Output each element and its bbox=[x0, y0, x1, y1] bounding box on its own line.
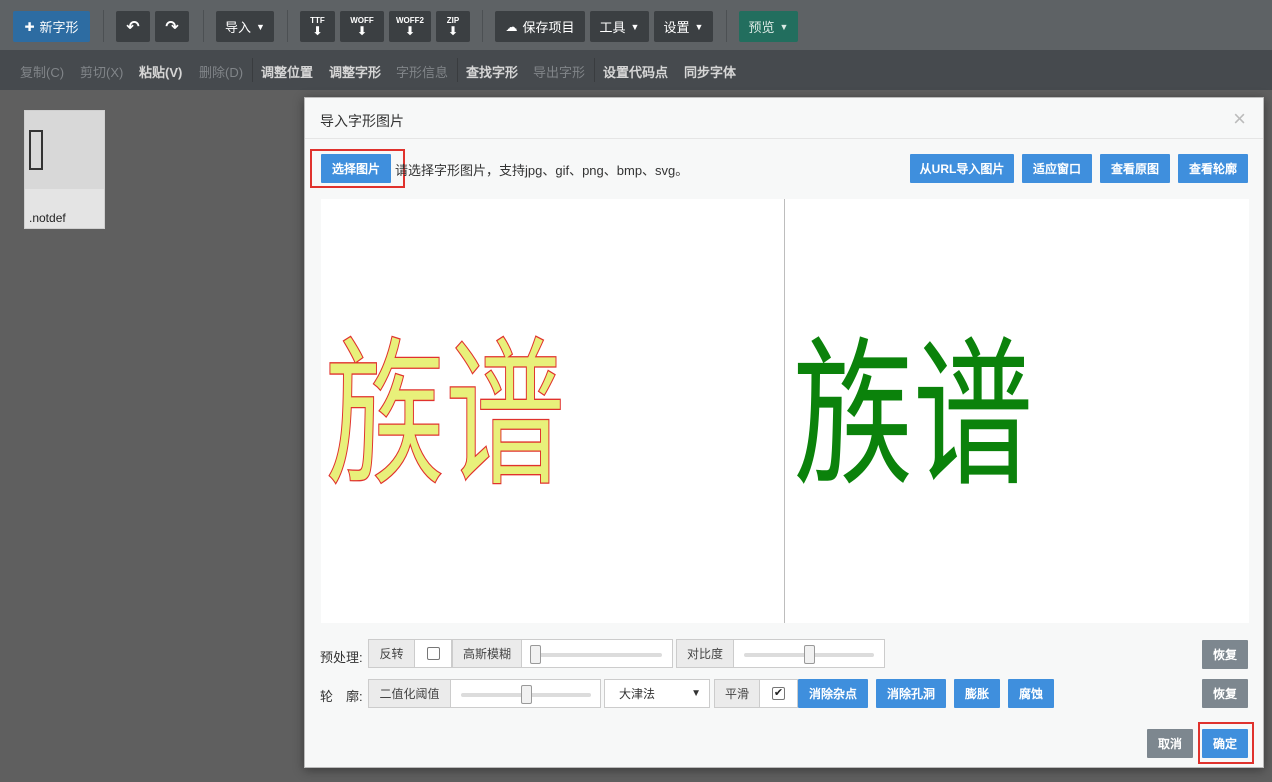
threshold-method-select[interactable]: 大津法 ▼ bbox=[604, 679, 710, 708]
dilate-button[interactable]: 膨胀 bbox=[954, 679, 1000, 708]
fit-window-button[interactable]: 适应窗口 bbox=[1022, 154, 1092, 183]
close-icon[interactable]: × bbox=[1233, 108, 1246, 130]
chevron-down-icon: ▼ bbox=[630, 21, 640, 32]
invert-label: 反转 bbox=[368, 639, 415, 668]
download-icon: ⬇ bbox=[404, 24, 416, 38]
dialog-title: 导入字形图片 bbox=[320, 113, 404, 129]
plus-icon: ✚ bbox=[24, 19, 35, 34]
find-glyph-action[interactable]: 查找字形 bbox=[466, 62, 518, 81]
toolbar-divider bbox=[594, 58, 595, 82]
download-icon: ⬇ bbox=[447, 24, 459, 38]
preprocess-reset-button[interactable]: 恢复 bbox=[1202, 640, 1248, 669]
outline-reset-button[interactable]: 恢复 bbox=[1202, 679, 1248, 708]
cancel-button[interactable]: 取消 bbox=[1147, 729, 1193, 758]
paste-action[interactable]: 粘贴(V) bbox=[139, 62, 182, 81]
chevron-down-icon: ▼ bbox=[779, 21, 789, 32]
slider-track bbox=[532, 653, 662, 657]
glyph-info-action[interactable]: 字形信息 bbox=[396, 62, 448, 81]
highlight-box bbox=[1198, 722, 1254, 764]
glyph-name: .notdef bbox=[29, 211, 66, 225]
fill-holes-button[interactable]: 消除孔洞 bbox=[876, 679, 946, 708]
contrast-label: 对比度 bbox=[676, 639, 734, 668]
redo-icon: ↷ bbox=[165, 18, 179, 36]
adjust-glyph-action[interactable]: 调整字形 bbox=[329, 62, 381, 81]
image-canvas[interactable]: 族谱 族谱 bbox=[321, 199, 1249, 623]
chevron-down-icon: ▼ bbox=[694, 21, 704, 32]
result-view: 族谱 bbox=[793, 322, 1033, 509]
settings-menu-button[interactable]: 设置 ▼ bbox=[654, 11, 713, 42]
cloud-icon: ☁ bbox=[505, 19, 518, 34]
toolbar-divider bbox=[287, 10, 288, 42]
smooth-label: 平滑 bbox=[714, 679, 760, 708]
preview-menu-button[interactable]: 预览 ▼ bbox=[739, 11, 798, 42]
slider-thumb[interactable] bbox=[529, 645, 541, 664]
highlight-box bbox=[310, 149, 405, 188]
threshold-slider[interactable] bbox=[450, 679, 601, 708]
sync-font-action[interactable]: 同步字体 bbox=[684, 62, 736, 81]
edit-toolbar: 复制(C) 剪切(X) 粘贴(V) 删除(D) 调整位置 调整字形 字形信息 查… bbox=[0, 50, 1272, 90]
smooth-checkbox-wrap: ✔ bbox=[759, 679, 798, 708]
outline-view: 族谱 bbox=[324, 321, 565, 509]
contrast-slider[interactable] bbox=[733, 639, 885, 668]
adjust-position-action[interactable]: 调整位置 bbox=[261, 62, 313, 81]
slider-thumb[interactable] bbox=[521, 685, 532, 704]
copy-action[interactable]: 复制(C) bbox=[20, 62, 64, 81]
toolbar-divider bbox=[457, 58, 458, 82]
export-ttf-button[interactable]: TTF ⬇ bbox=[300, 11, 335, 42]
invert-checkbox[interactable] bbox=[427, 647, 440, 660]
invert-checkbox-wrap bbox=[414, 639, 452, 668]
undo-icon: ↶ bbox=[126, 18, 140, 36]
result-glyph-text: 族谱 bbox=[793, 322, 1033, 509]
export-woff2-button[interactable]: WOFF2 ⬇ bbox=[389, 11, 431, 42]
chevron-down-icon: ▼ bbox=[256, 21, 265, 32]
outline-label: 轮 廓: bbox=[320, 689, 363, 704]
slider-thumb[interactable] bbox=[804, 645, 815, 664]
undo-button[interactable]: ↶ bbox=[116, 11, 150, 42]
tools-menu-button[interactable]: 工具 ▼ bbox=[590, 11, 649, 42]
outline-glyph-text: 族谱 bbox=[325, 322, 565, 509]
export-glyph-action[interactable]: 导出字形 bbox=[533, 62, 585, 81]
export-zip-button[interactable]: ZIP ⬇ bbox=[436, 11, 470, 42]
view-original-button[interactable]: 查看原图 bbox=[1100, 154, 1170, 183]
erode-button[interactable]: 腐蚀 bbox=[1008, 679, 1054, 708]
import-url-button[interactable]: 从URL导入图片 bbox=[910, 154, 1014, 183]
new-glyph-button[interactable]: ✚ 新字形 bbox=[13, 11, 90, 42]
toolbar-divider bbox=[482, 10, 483, 42]
main-toolbar: ✚ 新字形 ↶ ↷ 导入 ▼ TTF ⬇ WOFF ⬇ WOFF2 ⬇ ZIP … bbox=[0, 0, 1272, 50]
save-project-button[interactable]: ☁ 保存项目 bbox=[495, 11, 585, 42]
toolbar-divider bbox=[252, 58, 253, 82]
export-woff-button[interactable]: WOFF ⬇ bbox=[340, 11, 384, 42]
denoise-button[interactable]: 消除杂点 bbox=[798, 679, 868, 708]
smooth-checkbox[interactable]: ✔ bbox=[772, 687, 785, 700]
set-codepoint-action[interactable]: 设置代码点 bbox=[603, 62, 668, 81]
import-glyph-image-dialog: 导入字形图片 × 选择图片 请选择字形图片，支持jpg、gif、png、bmp、… bbox=[304, 97, 1264, 768]
notdef-glyph-shape bbox=[29, 130, 43, 170]
redo-button[interactable]: ↷ bbox=[155, 11, 189, 42]
threshold-label: 二值化阈值 bbox=[368, 679, 451, 708]
import-menu-button[interactable]: 导入 ▼ bbox=[216, 11, 274, 42]
glyph-preview bbox=[25, 111, 104, 189]
gaussian-blur-slider[interactable] bbox=[521, 639, 673, 668]
delete-action[interactable]: 删除(D) bbox=[199, 62, 243, 81]
toolbar-divider bbox=[103, 10, 104, 42]
glyph-card[interactable]: .notdef bbox=[24, 110, 105, 229]
dialog-header: 导入字形图片 × bbox=[305, 98, 1263, 139]
preprocess-label: 预处理: bbox=[320, 650, 363, 665]
cut-action[interactable]: 剪切(X) bbox=[80, 62, 123, 81]
view-outline-button[interactable]: 查看轮廓 bbox=[1178, 154, 1248, 183]
download-icon: ⬇ bbox=[312, 24, 323, 38]
toolbar-divider bbox=[726, 10, 727, 42]
select-image-hint: 请选择字形图片，支持jpg、gif、png、bmp、svg。 bbox=[395, 163, 689, 178]
download-icon: ⬇ bbox=[356, 24, 368, 38]
caret-down-icon: ▼ bbox=[691, 688, 701, 699]
gaussian-blur-label: 高斯模糊 bbox=[452, 639, 522, 668]
selected-method: 大津法 bbox=[619, 687, 656, 701]
toolbar-divider bbox=[203, 10, 204, 42]
